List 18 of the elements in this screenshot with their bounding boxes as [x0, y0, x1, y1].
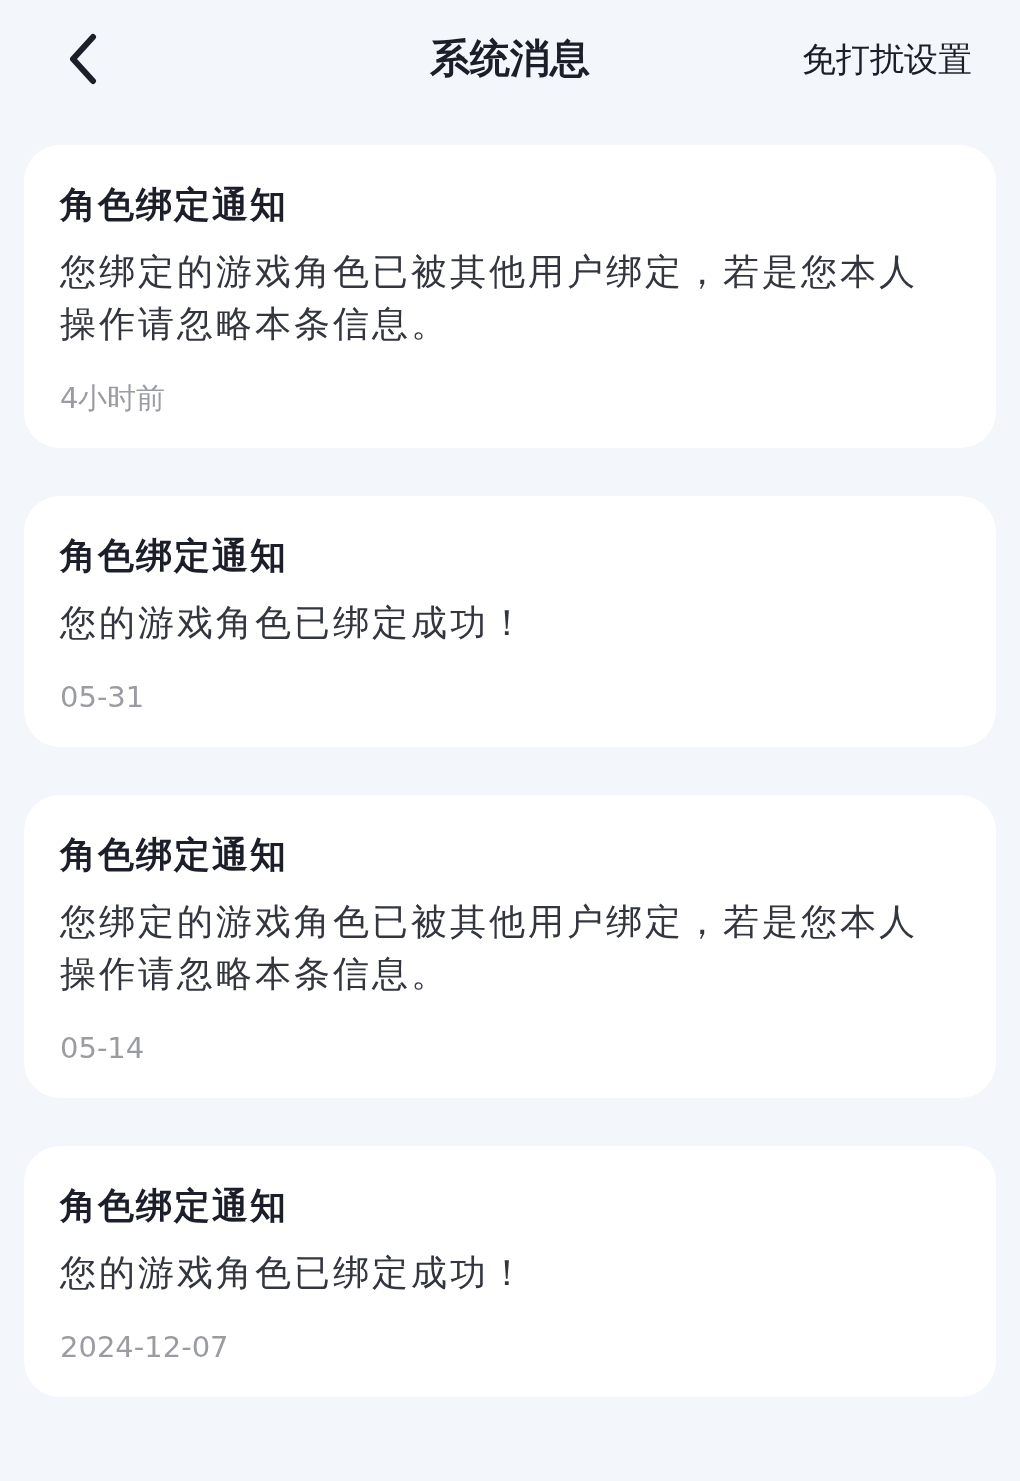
message-title: 角色绑定通知 — [60, 183, 289, 227]
do-not-disturb-settings-link[interactable]: 免打扰设置 — [802, 33, 972, 85]
page-title: 系统消息 — [430, 35, 590, 81]
message-body: 您绑定的游戏角色已被其他用户绑定，若是您本人操作请忽略本条信息。 — [60, 899, 919, 996]
message-time: 05-14 — [60, 1029, 146, 1067]
message-time: 2024-12-07 — [60, 1328, 230, 1366]
message-title: 角色绑定通知 — [60, 533, 289, 578]
message-card[interactable]: 角色绑定通知 您的游戏角色已绑定成功！ 2024-12-07 — [24, 1145, 996, 1397]
message-time: 05-31 — [60, 679, 146, 717]
message-body: 您的游戏角色已绑定成功！ — [60, 1250, 529, 1295]
message-card[interactable]: 角色绑定通知 您的游戏角色已绑定成功！ 05-31 — [24, 495, 996, 747]
message-time: 4小时前 — [60, 380, 167, 418]
message-title: 角色绑定通知 — [60, 832, 289, 876]
message-body: 您的游戏角色已绑定成功！ — [60, 601, 529, 646]
message-card[interactable]: 角色绑定通知 您绑定的游戏角色已被其他用户绑定，若是您本人操作请忽略本条信息。 05-14 — [24, 794, 996, 1098]
message-title: 角色绑定通知 — [60, 1183, 289, 1227]
message-body: 您绑定的游戏角色已被其他用户绑定，若是您本人操作请忽略本条信息。 — [60, 250, 919, 347]
message-card[interactable]: 角色绑定通知 您绑定的游戏角色已被其他用户绑定，若是您本人操作请忽略本条信息。 4小时前 — [24, 145, 996, 448]
